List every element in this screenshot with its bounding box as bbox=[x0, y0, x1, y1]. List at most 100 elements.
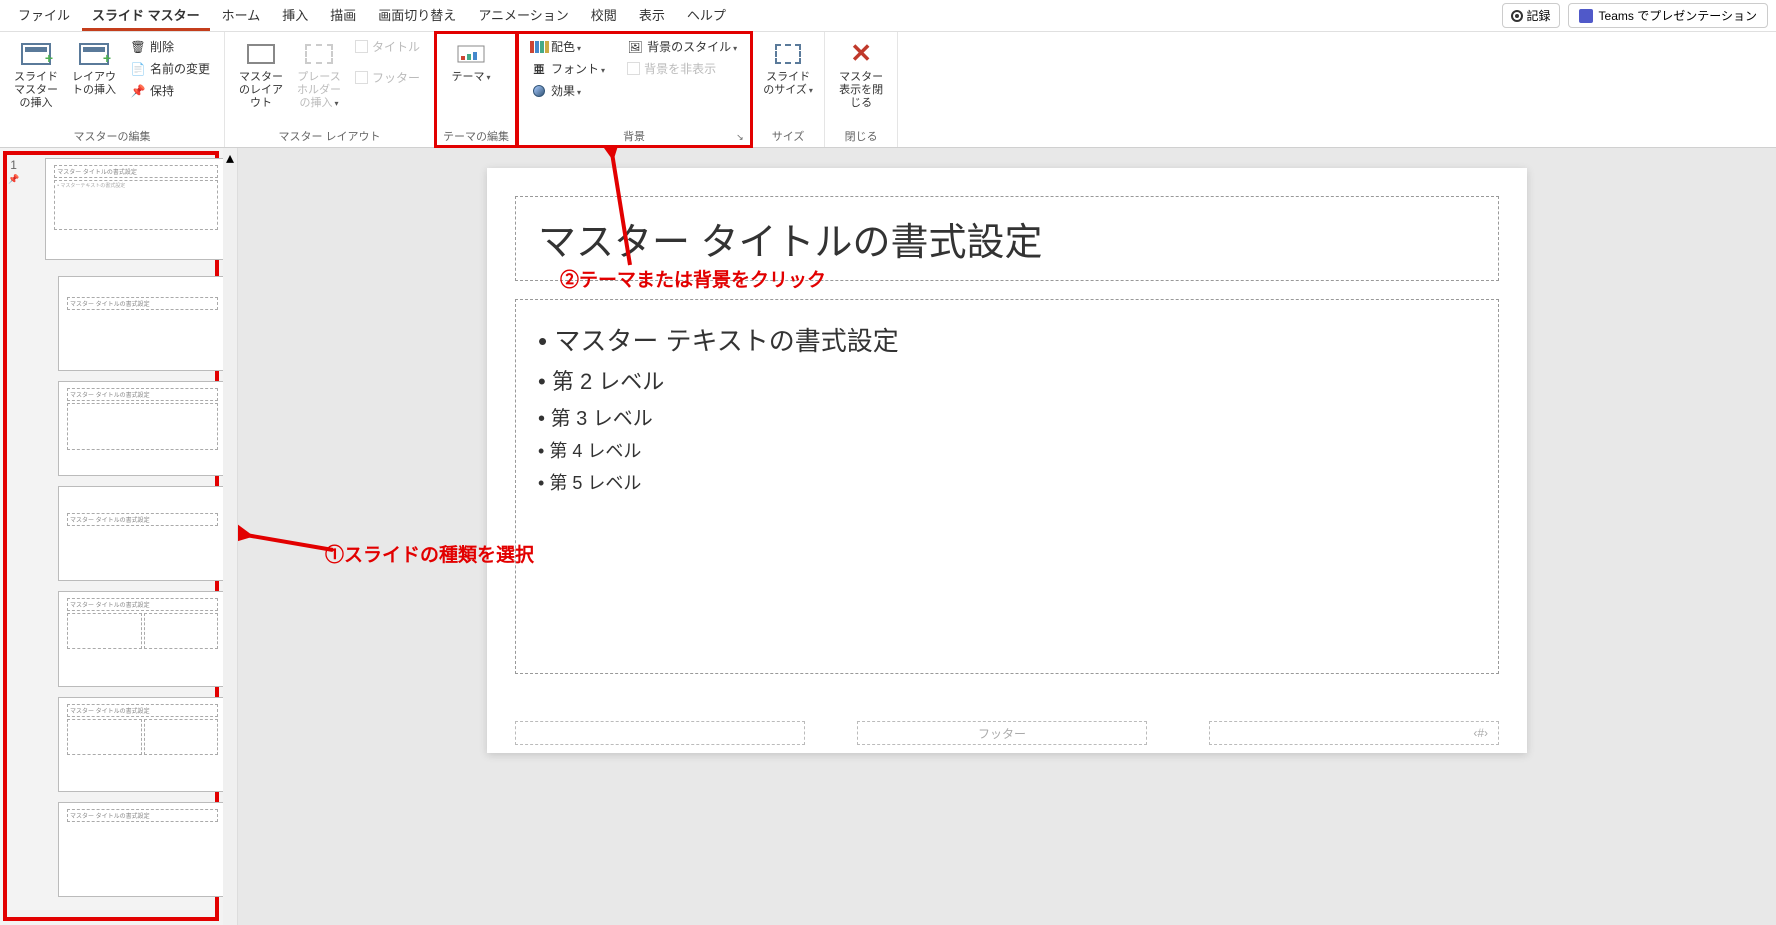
footer-placeholder[interactable]: フッター bbox=[857, 721, 1147, 745]
layout-thumbnail[interactable]: マスター タイトルの書式設定 bbox=[58, 381, 227, 476]
record-icon bbox=[1511, 10, 1523, 22]
body-placeholder[interactable]: マスター テキストの書式設定 第 2 レベル 第 3 レベル 第 4 レベル 第… bbox=[515, 299, 1499, 674]
title-checkbox bbox=[355, 40, 368, 53]
edit-master-group-label: マスターの編集 bbox=[8, 125, 216, 145]
ribbon-group-edit-master: + スライド マスターの挿入 + レイアウトの挿入 🗑 削除 📄 名前の変更 📌 bbox=[0, 32, 225, 147]
ribbon-group-close: ✕ マスター表示を閉じる 閉じる bbox=[825, 32, 898, 147]
body-level-5: 第 5 レベル bbox=[538, 466, 1476, 498]
colors-icon bbox=[531, 39, 547, 55]
ribbon-group-background: 配色 亜 フォント 効果 🖼 背景のスタイル 背景を非表示 bbox=[517, 32, 752, 147]
background-dialog-launcher[interactable]: ↘ bbox=[736, 132, 748, 144]
edit-theme-group-label: テーマの編集 bbox=[443, 125, 509, 145]
layout-thumbnail[interactable]: マスター タイトルの書式設定 bbox=[58, 697, 227, 792]
preserve-button[interactable]: 📌 保持 bbox=[124, 80, 216, 101]
effects-icon bbox=[531, 83, 547, 99]
master-layout-group-label: マスター レイアウト bbox=[233, 125, 426, 145]
record-label: 記録 bbox=[1527, 7, 1551, 24]
teams-label: Teams でプレゼンテーション bbox=[1599, 7, 1757, 24]
slide-master-icon: + bbox=[20, 40, 52, 68]
slide-editor[interactable]: マスター タイトルの書式設定 マスター テキストの書式設定 第 2 レベル 第 … bbox=[238, 148, 1776, 925]
title-placeholder[interactable]: マスター タイトルの書式設定 bbox=[515, 196, 1499, 281]
hide-bg-checkbox bbox=[627, 62, 640, 75]
rename-icon: 📄 bbox=[130, 61, 146, 77]
insert-layout-button[interactable]: + レイアウトの挿入 bbox=[66, 36, 122, 101]
title-checkbox-row: タイトル bbox=[349, 36, 426, 57]
body-level-4: 第 4 レベル bbox=[538, 434, 1476, 466]
footer-checkbox-row: フッター bbox=[349, 67, 426, 88]
record-button[interactable]: 記録 bbox=[1502, 3, 1560, 28]
title-checkbox-label: タイトル bbox=[372, 38, 420, 55]
slide-number-placeholder[interactable]: ‹#› bbox=[1209, 721, 1499, 745]
menu-view[interactable]: 表示 bbox=[629, 1, 675, 31]
theme-button[interactable]: テーマ bbox=[443, 36, 499, 88]
master-thumbnail[interactable]: マスター タイトルの書式設定 • マスターテキストの書式設定 bbox=[45, 158, 227, 260]
rename-label: 名前の変更 bbox=[150, 60, 210, 77]
body-level-3: 第 3 レベル bbox=[538, 399, 1476, 434]
master-layout-icon bbox=[245, 40, 277, 68]
preserve-label: 保持 bbox=[150, 82, 174, 99]
menubar: ファイル スライド マスター ホーム 挿入 描画 画面切り替え アニメーション … bbox=[0, 0, 1776, 32]
workspace: 1 📌 マスター タイトルの書式設定 • マスターテキストの書式設定 マスター … bbox=[0, 148, 1776, 925]
master-layout-button[interactable]: マスターのレイアウト bbox=[233, 36, 289, 115]
layout-thumbnail[interactable]: マスター タイトルの書式設定 bbox=[58, 591, 227, 686]
background-styles-button[interactable]: 🖼 背景のスタイル bbox=[621, 36, 743, 57]
menu-left: ファイル スライド マスター ホーム 挿入 描画 画面切り替え アニメーション … bbox=[8, 1, 736, 31]
menu-animation[interactable]: アニメーション bbox=[468, 1, 578, 31]
layout-thumbnail[interactable]: マスター タイトルの書式設定 bbox=[58, 802, 227, 897]
body-level-1: マスター テキストの書式設定 bbox=[538, 318, 1476, 361]
layout-thumbnail[interactable]: マスター タイトルの書式設定 bbox=[58, 276, 227, 371]
hide-bg-label: 背景を非表示 bbox=[644, 60, 716, 77]
slide-size-label: スライドのサイズ bbox=[762, 71, 814, 97]
footer-checkbox bbox=[355, 71, 368, 84]
background-group-label: 背景 bbox=[525, 125, 743, 145]
preserve-icon: 📌 bbox=[130, 83, 146, 99]
layout-icon: + bbox=[78, 40, 110, 68]
fonts-button[interactable]: 亜 フォント bbox=[525, 58, 611, 79]
effects-button[interactable]: 効果 bbox=[525, 80, 611, 101]
hide-background-row: 背景を非表示 bbox=[621, 58, 743, 79]
ribbon: + スライド マスターの挿入 + レイアウトの挿入 🗑 削除 📄 名前の変更 📌 bbox=[0, 32, 1776, 148]
layout-thumbnail[interactable]: マスター タイトルの書式設定 bbox=[58, 486, 227, 581]
thumb-body: • マスターテキストの書式設定 bbox=[54, 180, 218, 230]
menu-help[interactable]: ヘルプ bbox=[677, 1, 736, 31]
menu-draw[interactable]: 描画 bbox=[320, 1, 366, 31]
slide-canvas[interactable]: マスター タイトルの書式設定 マスター テキストの書式設定 第 2 レベル 第 … bbox=[487, 168, 1527, 753]
menu-insert[interactable]: 挿入 bbox=[272, 1, 318, 31]
teams-icon bbox=[1579, 9, 1593, 23]
insert-slide-master-label: スライド マスターの挿入 bbox=[10, 71, 62, 111]
insert-layout-label: レイアウトの挿入 bbox=[68, 71, 120, 97]
thumb-title: マスター タイトルの書式設定 bbox=[54, 165, 218, 178]
slide-size-icon bbox=[772, 40, 804, 68]
delete-button[interactable]: 🗑 削除 bbox=[124, 36, 216, 57]
slide-size-button[interactable]: スライドのサイズ bbox=[760, 36, 816, 101]
slide-number: 1 📌 bbox=[4, 156, 23, 274]
fonts-label: フォント bbox=[551, 60, 605, 77]
pin-icon: 📌 bbox=[8, 174, 19, 185]
thumbnail-pane[interactable]: 1 📌 マスター タイトルの書式設定 • マスターテキストの書式設定 マスター … bbox=[0, 148, 238, 925]
footer-checkbox-label: フッター bbox=[372, 69, 420, 86]
menu-review[interactable]: 校閲 bbox=[581, 1, 627, 31]
date-placeholder[interactable] bbox=[515, 721, 805, 745]
size-group-label: サイズ bbox=[760, 125, 816, 145]
menu-slide-master[interactable]: スライド マスター bbox=[82, 1, 210, 31]
close-group-label: 閉じる bbox=[833, 125, 889, 145]
insert-slide-master-button[interactable]: + スライド マスターの挿入 bbox=[8, 36, 64, 115]
fonts-icon: 亜 bbox=[531, 61, 547, 77]
teams-present-button[interactable]: Teams でプレゼンテーション bbox=[1568, 3, 1768, 28]
colors-label: 配色 bbox=[551, 38, 581, 55]
insert-placeholder-label: プレースホルダーの挿入 bbox=[293, 71, 345, 111]
rename-button[interactable]: 📄 名前の変更 bbox=[124, 58, 216, 79]
master-layout-label: マスターのレイアウト bbox=[235, 71, 287, 111]
colors-button[interactable]: 配色 bbox=[525, 36, 611, 57]
theme-label: テーマ bbox=[452, 71, 491, 84]
delete-icon: 🗑 bbox=[130, 39, 146, 55]
insert-placeholder-button: プレースホルダーの挿入 bbox=[291, 36, 347, 115]
bg-styles-icon: 🖼 bbox=[627, 39, 643, 55]
thumbnail-scrollbar[interactable]: ▴ bbox=[223, 148, 237, 925]
theme-icon bbox=[455, 40, 487, 68]
menu-transition[interactable]: 画面切り替え bbox=[368, 1, 466, 31]
close-master-view-button[interactable]: ✕ マスター表示を閉じる bbox=[833, 36, 889, 115]
delete-label: 削除 bbox=[150, 38, 174, 55]
menu-file[interactable]: ファイル bbox=[8, 1, 80, 31]
menu-home[interactable]: ホーム bbox=[212, 1, 271, 31]
